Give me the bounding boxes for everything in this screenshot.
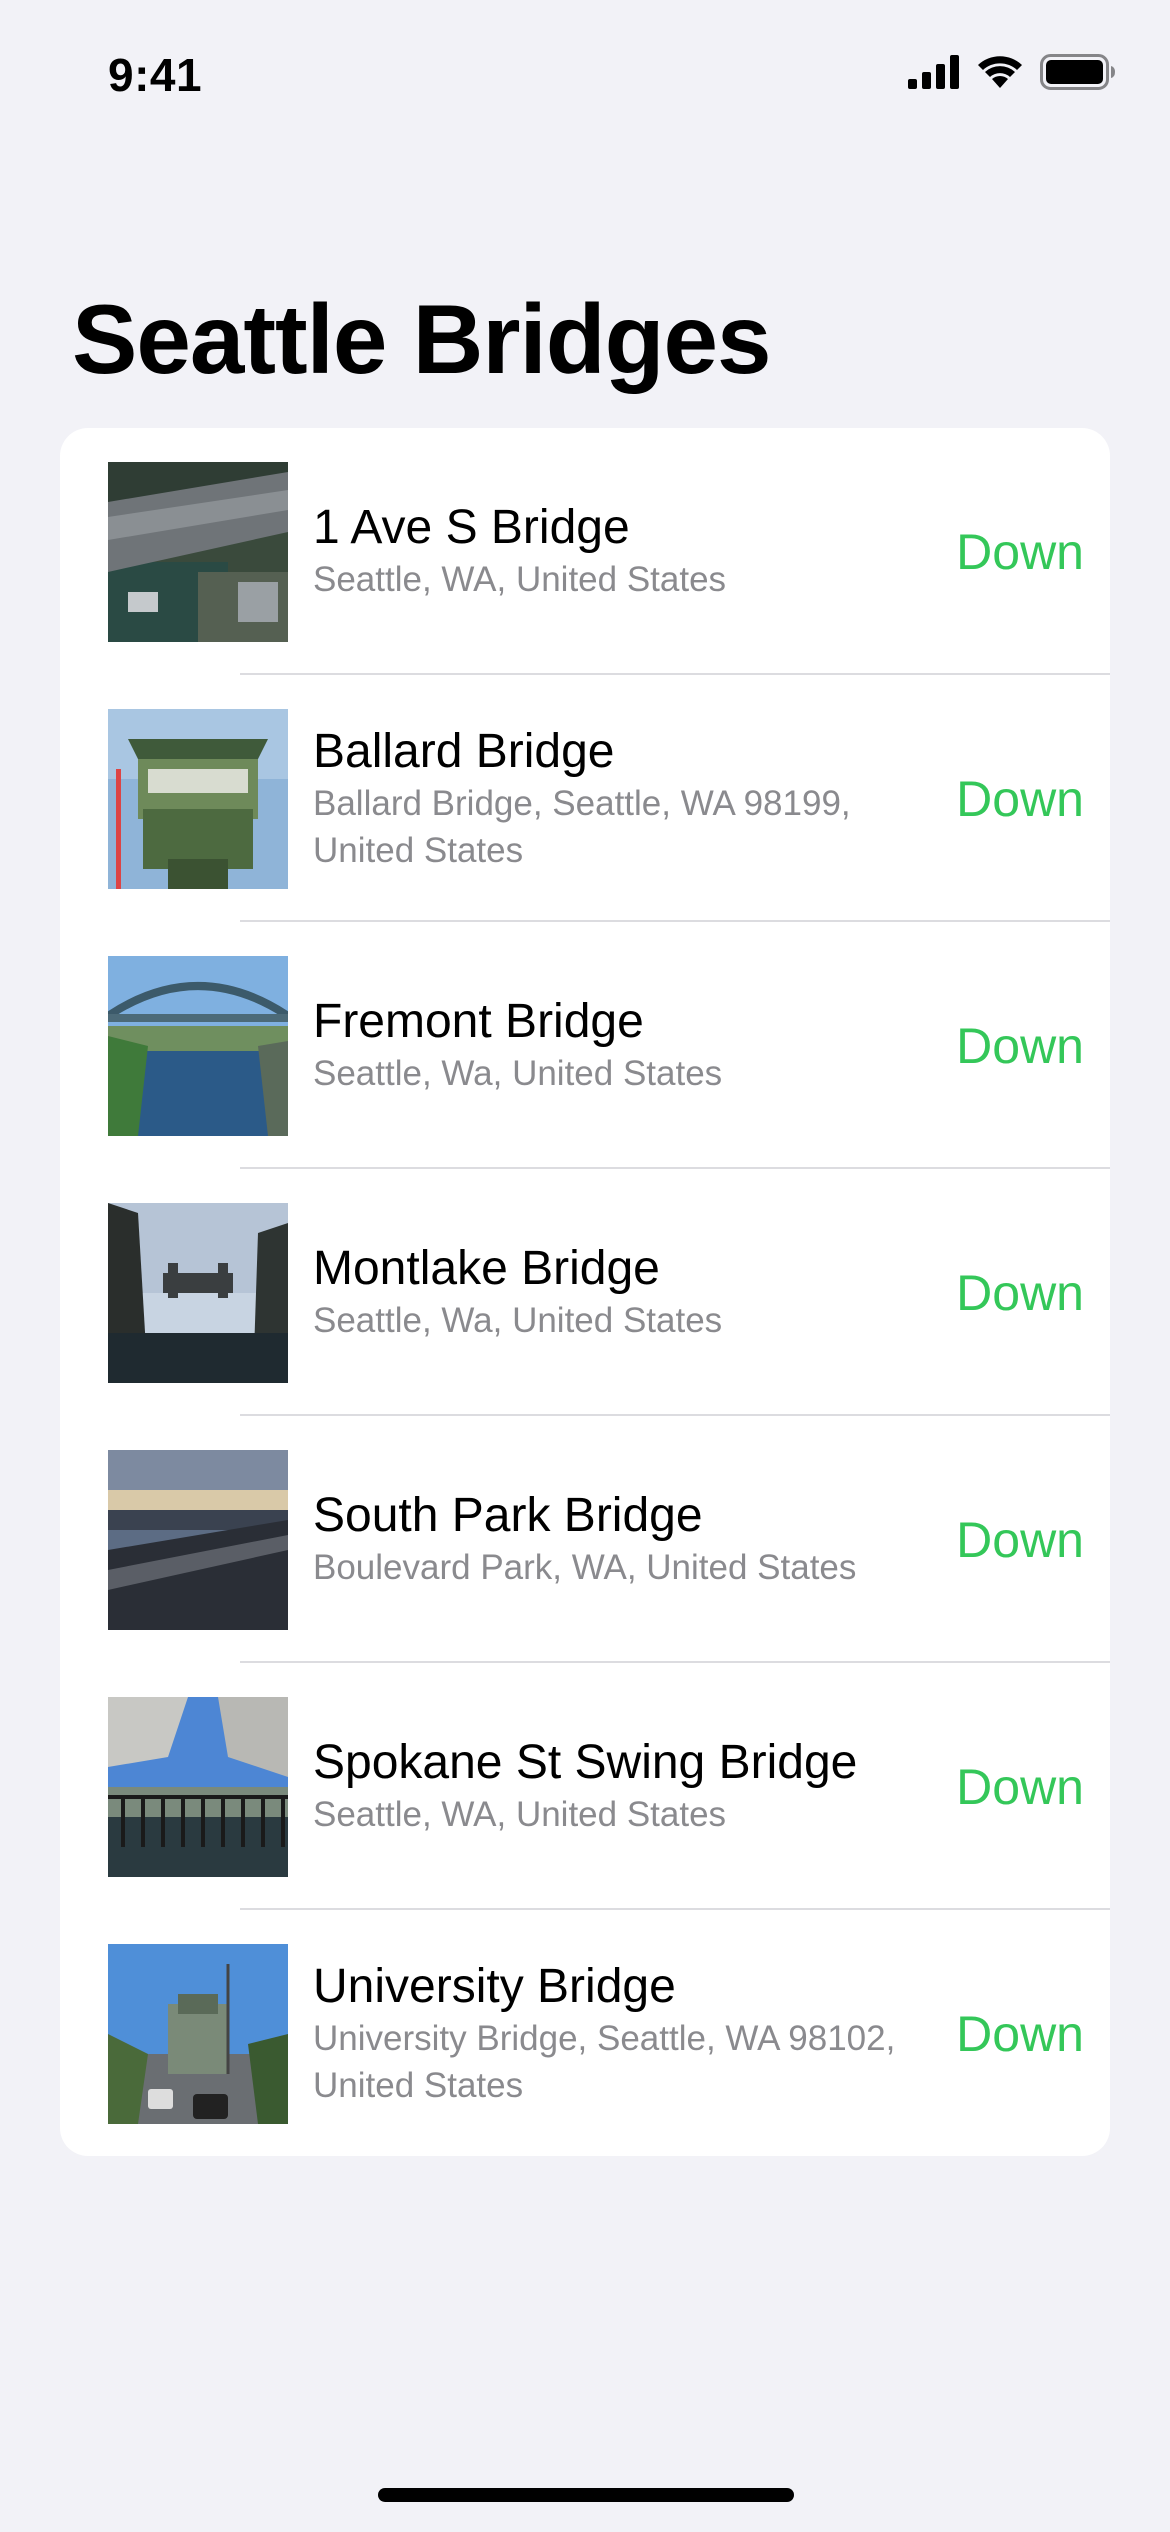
bridge-name: Montlake Bridge xyxy=(313,1242,660,1295)
bridge-thumbnail xyxy=(108,956,288,1136)
bridge-info: Ballard Bridge Ballard Bridge, Seattle, … xyxy=(313,675,953,922)
bridge-address: Seattle, Wa, United States xyxy=(313,1301,723,1340)
bridge-info: South Park Bridge Boulevard Park, WA, Un… xyxy=(313,1416,953,1663)
overpass-bridge-photo xyxy=(108,1697,288,1877)
bridge-info: Montlake Bridge Seattle, Wa, United Stat… xyxy=(313,1169,953,1416)
status-bar: 9:41 xyxy=(0,0,1170,150)
canal-bridge-photo xyxy=(108,956,288,1136)
bridge-status: Down xyxy=(956,770,1084,827)
bridge-thumbnail xyxy=(108,462,288,642)
bridge-thumbnail xyxy=(108,1450,288,1630)
battery-icon xyxy=(1040,53,1116,95)
bridge-row-ballard[interactable]: Ballard Bridge Ballard Bridge, Seattle, … xyxy=(60,675,1110,922)
bridge-address: Seattle, WA, United States xyxy=(313,1795,727,1834)
sunset-bridge-photo xyxy=(108,1450,288,1630)
bridge-thumbnail xyxy=(108,1944,288,2124)
bridge-row-university[interactable]: University Bridge University Bridge, Sea… xyxy=(60,1910,1110,2156)
bridge-status: Down xyxy=(956,523,1084,580)
cellular-signal-icon xyxy=(908,54,960,94)
bridge-thumbnail xyxy=(108,709,288,889)
app-screen: 9:41 Seattle Bridges 1 Ave S Bridge Seat… xyxy=(0,0,1170,2532)
status-icons xyxy=(908,53,1116,95)
bridge-name: Ballard Bridge xyxy=(313,724,615,778)
bridge-info: Fremont Bridge Seattle, Wa, United State… xyxy=(313,922,953,1169)
wifi-icon xyxy=(976,54,1024,95)
bridge-status: Down xyxy=(956,2005,1084,2062)
bridge-address: Ballard Bridge, Seattle, WA 98199, Unite… xyxy=(313,783,851,870)
bridge-info: University Bridge University Bridge, Sea… xyxy=(313,1910,953,2156)
bridge-name: University Bridge xyxy=(313,1959,676,2013)
bridge-row-south-park[interactable]: South Park Bridge Boulevard Park, WA, Un… xyxy=(60,1416,1110,1663)
bridge-row-spokane-st-swing[interactable]: Spokane St Swing Bridge Seattle, WA, Uni… xyxy=(60,1663,1110,1910)
bridge-address: Seattle, WA, United States xyxy=(313,560,727,599)
bridge-list: 1 Ave S Bridge Seattle, WA, United State… xyxy=(60,428,1110,2156)
bridge-row-fremont[interactable]: Fremont Bridge Seattle, Wa, United State… xyxy=(60,922,1110,1169)
bridge-row-montlake[interactable]: Montlake Bridge Seattle, Wa, United Stat… xyxy=(60,1169,1110,1416)
bridge-status: Down xyxy=(956,1017,1084,1074)
page-title: Seattle Bridges xyxy=(72,284,771,394)
bridge-status: Down xyxy=(956,1758,1084,1815)
bridge-thumbnail xyxy=(108,1697,288,1877)
bridge-thumbnail xyxy=(108,1203,288,1383)
bridge-tower-photo xyxy=(108,709,288,889)
bridge-name: 1 Ave S Bridge xyxy=(313,501,630,554)
bridge-status: Down xyxy=(956,1511,1084,1568)
home-indicator[interactable] xyxy=(378,2488,794,2502)
street-bridge-photo xyxy=(108,1944,288,2124)
bridge-status: Down xyxy=(956,1264,1084,1321)
montlake-bridge-photo xyxy=(108,1203,288,1383)
bridge-name: Fremont Bridge xyxy=(313,995,644,1048)
aerial-bridge-photo xyxy=(108,462,288,642)
bridge-name: Spokane St Swing Bridge xyxy=(313,1736,858,1789)
bridge-address: Boulevard Park, WA, United States xyxy=(313,1548,857,1587)
status-time: 9:41 xyxy=(108,49,203,101)
bridge-info: 1 Ave S Bridge Seattle, WA, United State… xyxy=(313,428,953,675)
bridge-row-1-ave-s[interactable]: 1 Ave S Bridge Seattle, WA, United State… xyxy=(60,428,1110,675)
bridge-address: Seattle, Wa, United States xyxy=(313,1054,723,1093)
bridge-name: South Park Bridge xyxy=(313,1489,703,1542)
bridge-info: Spokane St Swing Bridge Seattle, WA, Uni… xyxy=(313,1663,953,1910)
bridge-address: University Bridge, Seattle, WA 98102, Un… xyxy=(313,2018,896,2105)
